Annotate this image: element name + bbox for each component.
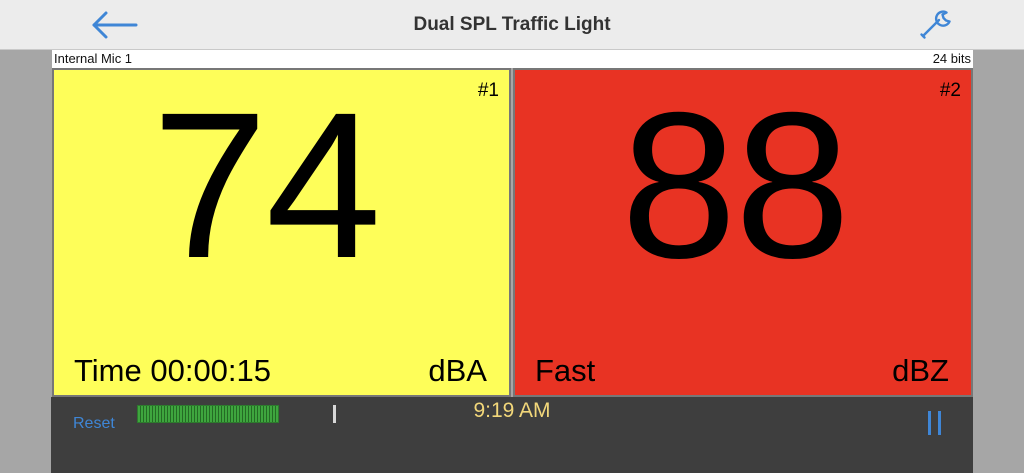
- settings-button[interactable]: [916, 8, 954, 42]
- wrench-icon: [920, 10, 951, 39]
- spl-value-2: 88: [621, 70, 850, 302]
- spl-value-1: 74: [152, 70, 381, 302]
- input-info-strip: Internal Mic 1 24 bits: [52, 50, 973, 68]
- page-title: Dual SPL Traffic Light: [413, 14, 611, 35]
- meter-panel-2[interactable]: 88 #2 Fast dBZ: [513, 68, 973, 397]
- meter-mode-1: Time 00:00:15: [74, 353, 272, 388]
- meter-panel-1[interactable]: 74 #1 Time 00:00:15 dBA: [52, 68, 511, 397]
- meter-index-1: #1: [477, 80, 499, 101]
- bit-depth-label: 24 bits: [932, 51, 971, 66]
- clock-display: 9:19 AM: [473, 399, 551, 422]
- pause-button[interactable]: [925, 411, 945, 437]
- meter-index-2: #2: [939, 80, 961, 101]
- bottom-toolbar: Reset 9:19 AM: [51, 397, 973, 473]
- input-source-label: Internal Mic 1: [54, 51, 133, 66]
- meter-weighting-2: dBZ: [892, 353, 949, 388]
- meter-mode-2: Fast: [535, 353, 596, 388]
- navigation-bar: Dual SPL Traffic Light: [0, 0, 1024, 50]
- meter-weighting-1: dBA: [428, 353, 487, 388]
